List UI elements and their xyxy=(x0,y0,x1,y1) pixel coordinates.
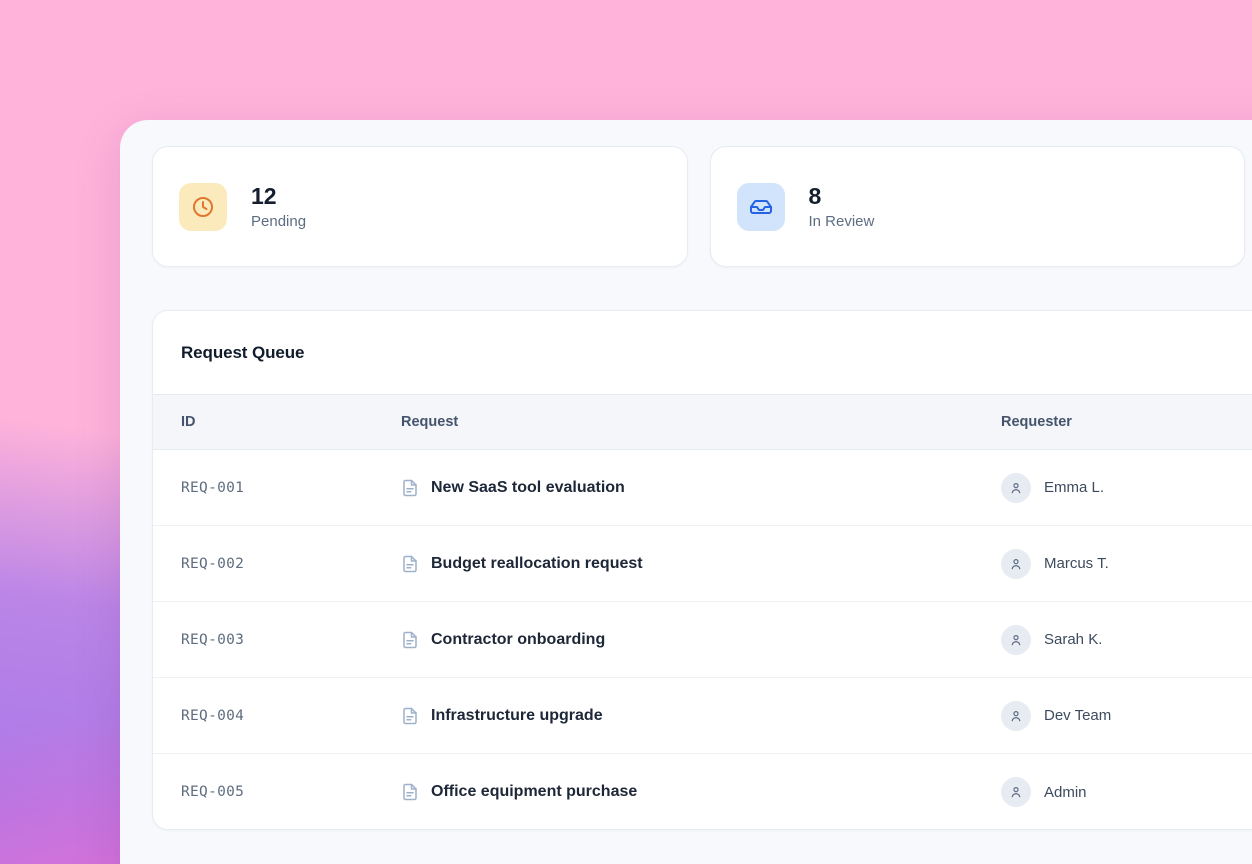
document-icon xyxy=(401,631,419,649)
avatar xyxy=(1001,549,1031,579)
request-queue-card: Request Queue ID Request Requester REQ-0… xyxy=(152,310,1252,830)
in-review-count: 8 xyxy=(809,183,875,209)
requester-name: Admin xyxy=(1044,784,1087,801)
pending-count: 12 xyxy=(251,183,306,209)
document-icon xyxy=(401,555,419,573)
stat-text: 12 Pending xyxy=(251,183,306,230)
card-header: Request Queue xyxy=(153,311,1252,394)
pending-label: Pending xyxy=(251,213,306,230)
stat-card-pending: 12 Pending xyxy=(152,146,688,267)
stats-row: 12 Pending 8 In Review xyxy=(152,146,1245,267)
requester-cell: Sarah K. xyxy=(1001,625,1243,655)
request-title: New SaaS tool evaluation xyxy=(431,479,625,497)
table-header-row: ID Request Requester xyxy=(153,394,1252,450)
table-body: REQ-001 New SaaS tool evaluation Emma L. xyxy=(153,450,1252,830)
stat-card-in-review: 8 In Review xyxy=(710,146,1246,267)
avatar xyxy=(1001,473,1031,503)
column-header-id: ID xyxy=(181,414,401,430)
request-cell: Budget reallocation request xyxy=(401,555,1001,573)
requester-name: Marcus T. xyxy=(1044,555,1109,572)
main-panel: 12 Pending 8 In Review Reque xyxy=(120,120,1252,864)
table-row[interactable]: REQ-005 Office equipment purchase Admin xyxy=(153,754,1252,830)
inbox-icon xyxy=(737,183,785,231)
request-title: Office equipment purchase xyxy=(431,783,637,801)
request-title: Infrastructure upgrade xyxy=(431,707,603,725)
request-title: Contractor onboarding xyxy=(431,631,605,649)
request-cell: Contractor onboarding xyxy=(401,631,1001,649)
avatar xyxy=(1001,777,1031,807)
clock-icon xyxy=(179,183,227,231)
requester-cell: Dev Team xyxy=(1001,701,1243,731)
table-row[interactable]: REQ-004 Infrastructure upgrade Dev Team xyxy=(153,678,1252,754)
card-title: Request Queue xyxy=(181,343,304,363)
requester-name: Sarah K. xyxy=(1044,631,1102,648)
request-id: REQ-004 xyxy=(181,708,401,724)
requester-name: Dev Team xyxy=(1044,707,1111,724)
request-cell: Office equipment purchase xyxy=(401,783,1001,801)
request-id: REQ-001 xyxy=(181,480,401,496)
stat-text: 8 In Review xyxy=(809,183,875,230)
request-id: REQ-005 xyxy=(181,784,401,800)
table-row[interactable]: REQ-002 Budget reallocation request Marc… xyxy=(153,526,1252,602)
avatar xyxy=(1001,625,1031,655)
column-header-requester: Requester xyxy=(1001,414,1243,430)
requester-cell: Marcus T. xyxy=(1001,549,1243,579)
requester-name: Emma L. xyxy=(1044,479,1104,496)
request-cell: Infrastructure upgrade xyxy=(401,707,1001,725)
request-title: Budget reallocation request xyxy=(431,555,643,573)
requester-cell: Emma L. xyxy=(1001,473,1243,503)
in-review-label: In Review xyxy=(809,213,875,230)
table-row[interactable]: REQ-003 Contractor onboarding Sarah K. xyxy=(153,602,1252,678)
request-id: REQ-003 xyxy=(181,632,401,648)
document-icon xyxy=(401,783,419,801)
request-id: REQ-002 xyxy=(181,556,401,572)
document-icon xyxy=(401,707,419,725)
document-icon xyxy=(401,479,419,497)
table-row[interactable]: REQ-001 New SaaS tool evaluation Emma L. xyxy=(153,450,1252,526)
desktop-background: 12 Pending 8 In Review Reque xyxy=(0,0,1252,864)
request-cell: New SaaS tool evaluation xyxy=(401,479,1001,497)
column-header-request: Request xyxy=(401,414,1001,430)
requester-cell: Admin xyxy=(1001,777,1243,807)
avatar xyxy=(1001,701,1031,731)
